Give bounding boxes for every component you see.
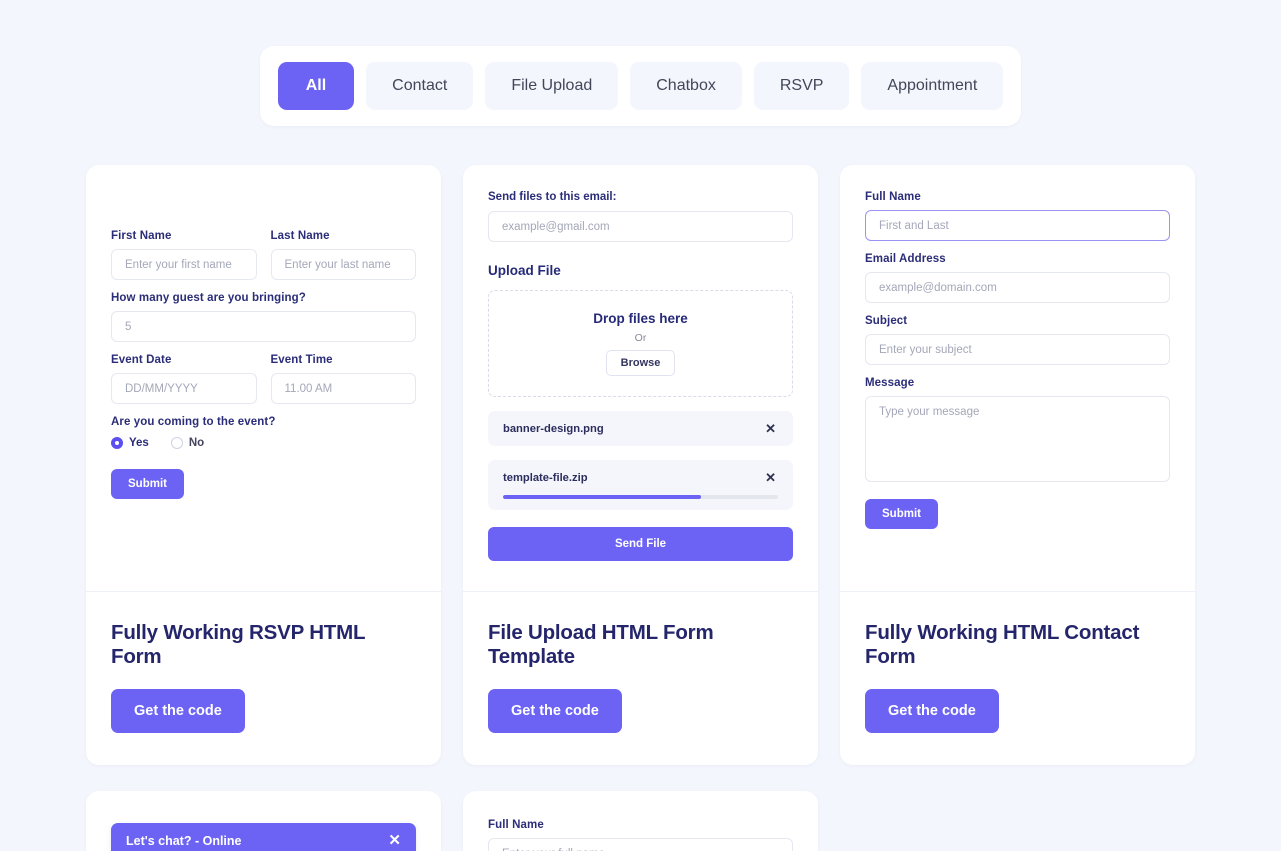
contact-full-name-group: Full Name <box>865 191 1170 241</box>
contact-email-label: Email Address <box>865 253 946 265</box>
contact-card-title: Fully Working HTML Contact Form <box>865 621 1140 668</box>
contact-full-name-label: Full Name <box>865 191 921 203</box>
rsvp-submit-button[interactable]: Submit <box>111 469 184 499</box>
rsvp-last-name-input[interactable] <box>270 249 416 280</box>
rsvp-form: First Name Last Name How many guest are … <box>86 165 441 591</box>
rsvp-first-name-label: First Name <box>111 230 172 242</box>
chatbox-widget: Let's chat? - Online ✕ Your Name Email A… <box>111 823 416 851</box>
rsvp-first-name-input[interactable] <box>111 249 257 280</box>
close-icon[interactable]: ✕ <box>388 833 401 848</box>
appointment-full-name-group: Full Name <box>488 819 793 851</box>
appointment-full-name-label: Full Name <box>488 819 544 831</box>
dropzone-title: Drop files here <box>593 311 688 326</box>
tab-all[interactable]: All <box>277 62 355 110</box>
filter-tabbar-wrapper: All Contact File Upload Chatbox RSVP App… <box>0 0 1281 126</box>
chatbox-wrapper: Let's chat? - Online ✕ Your Name Email A… <box>86 791 441 851</box>
card-file-upload: Send files to this email: Upload File Dr… <box>463 165 818 765</box>
chatbox-header: Let's chat? - Online ✕ <box>111 823 416 851</box>
rsvp-attendance-label: Are you coming to the event? <box>111 416 276 428</box>
rsvp-event-time-group: Event Time <box>270 354 416 404</box>
radio-empty-icon <box>170 437 183 449</box>
rsvp-guests-input[interactable] <box>111 311 416 342</box>
upload-progress-fill <box>503 495 701 499</box>
card-contact: Full Name Email Address Subject Message … <box>840 165 1195 765</box>
file-dropzone[interactable]: Drop files here Or Browse <box>488 290 793 397</box>
file-upload-card-title: File Upload HTML Form Template <box>488 621 714 668</box>
uploaded-file-name: banner-design.png <box>503 422 604 435</box>
uploaded-file-item: banner-design.png ✕ <box>488 411 793 446</box>
rsvp-card-footer: Fully Working RSVP HTML Form Get the cod… <box>86 591 441 765</box>
tab-file-upload[interactable]: File Upload <box>485 62 619 110</box>
rsvp-attendance-radio-group: Yes No <box>111 437 416 449</box>
contact-email-input[interactable] <box>865 272 1170 303</box>
rsvp-radio-yes[interactable]: Yes <box>111 437 149 449</box>
rsvp-last-name-group: Last Name <box>270 230 416 280</box>
tab-contact[interactable]: Contact <box>366 62 474 110</box>
card-appointment: Full Name Phone Number Email Address <box>463 791 818 851</box>
uploading-file-row: template-file.zip ✕ <box>503 471 778 484</box>
contact-message-textarea[interactable] <box>865 396 1170 482</box>
rsvp-name-row: First Name Last Name <box>111 230 416 280</box>
uploading-file-item: template-file.zip ✕ <box>488 460 793 510</box>
rsvp-form-spacer <box>111 191 416 230</box>
rsvp-card-title: Fully Working RSVP HTML Form <box>111 621 365 668</box>
tab-chatbox[interactable]: Chatbox <box>630 62 742 110</box>
rsvp-radio-no-label: No <box>188 437 205 449</box>
uploaded-file-row: banner-design.png ✕ <box>503 422 778 435</box>
radio-filled-icon <box>111 437 123 449</box>
dropzone-or-text: Or <box>634 332 647 344</box>
contact-subject-group: Subject <box>865 315 1170 365</box>
rsvp-event-time-label: Event Time <box>270 354 333 366</box>
contact-full-name-input[interactable] <box>865 210 1170 241</box>
file-upload-get-code-button[interactable]: Get the code <box>488 689 622 733</box>
upload-email-input[interactable] <box>488 211 793 242</box>
contact-form: Full Name Email Address Subject Message … <box>840 165 1195 591</box>
contact-subject-label: Subject <box>865 315 908 327</box>
contact-card-footer: Fully Working HTML Contact Form Get the … <box>840 591 1195 765</box>
rsvp-last-name-label: Last Name <box>270 230 330 242</box>
card-rsvp: First Name Last Name How many guest are … <box>86 165 441 765</box>
rsvp-event-time-input[interactable] <box>270 373 416 404</box>
rsvp-event-date-input[interactable] <box>111 373 257 404</box>
template-card-grid-row2: Let's chat? - Online ✕ Your Name Email A… <box>0 765 1281 851</box>
browse-button[interactable]: Browse <box>605 350 676 376</box>
chatbox-title: Let's chat? - Online <box>126 833 242 848</box>
template-card-grid: First Name Last Name How many guest are … <box>0 126 1281 765</box>
rsvp-get-code-button[interactable]: Get the code <box>111 689 245 733</box>
rsvp-radio-no[interactable]: No <box>170 437 205 449</box>
contact-email-group: Email Address <box>865 253 1170 303</box>
rsvp-guests-label: How many guest are you bringing? <box>111 292 306 304</box>
uploading-file-name: template-file.zip <box>503 471 588 484</box>
filter-tabbar: All Contact File Upload Chatbox RSVP App… <box>259 46 1022 126</box>
tab-rsvp[interactable]: RSVP <box>753 62 850 110</box>
send-file-button[interactable]: Send File <box>488 527 793 561</box>
contact-message-group: Message <box>865 377 1170 487</box>
rsvp-datetime-row: Event Date Event Time <box>111 354 416 404</box>
upload-section-heading: Upload File <box>488 263 561 278</box>
contact-subject-input[interactable] <box>865 334 1170 365</box>
contact-message-label: Message <box>865 377 915 389</box>
appointment-full-name-input[interactable] <box>488 838 793 851</box>
appointment-form: Full Name Phone Number Email Address <box>463 791 818 851</box>
tab-appointment[interactable]: Appointment <box>861 62 1004 110</box>
card-chatbox: Let's chat? - Online ✕ Your Name Email A… <box>86 791 441 851</box>
remove-file-icon[interactable]: ✕ <box>763 422 778 435</box>
rsvp-event-date-group: Event Date <box>111 354 257 404</box>
rsvp-radio-yes-label: Yes <box>129 437 149 449</box>
upload-progress-track <box>503 495 778 499</box>
rsvp-guests-group: How many guest are you bringing? <box>111 292 416 342</box>
rsvp-first-name-group: First Name <box>111 230 257 280</box>
file-upload-form: Send files to this email: Upload File Dr… <box>463 165 818 591</box>
file-upload-card-footer: File Upload HTML Form Template Get the c… <box>463 591 818 765</box>
upload-email-label: Send files to this email: <box>488 191 617 203</box>
rsvp-event-date-label: Event Date <box>111 354 172 366</box>
remove-file-icon[interactable]: ✕ <box>763 471 778 484</box>
contact-get-code-button[interactable]: Get the code <box>865 689 999 733</box>
contact-submit-button[interactable]: Submit <box>865 499 938 529</box>
